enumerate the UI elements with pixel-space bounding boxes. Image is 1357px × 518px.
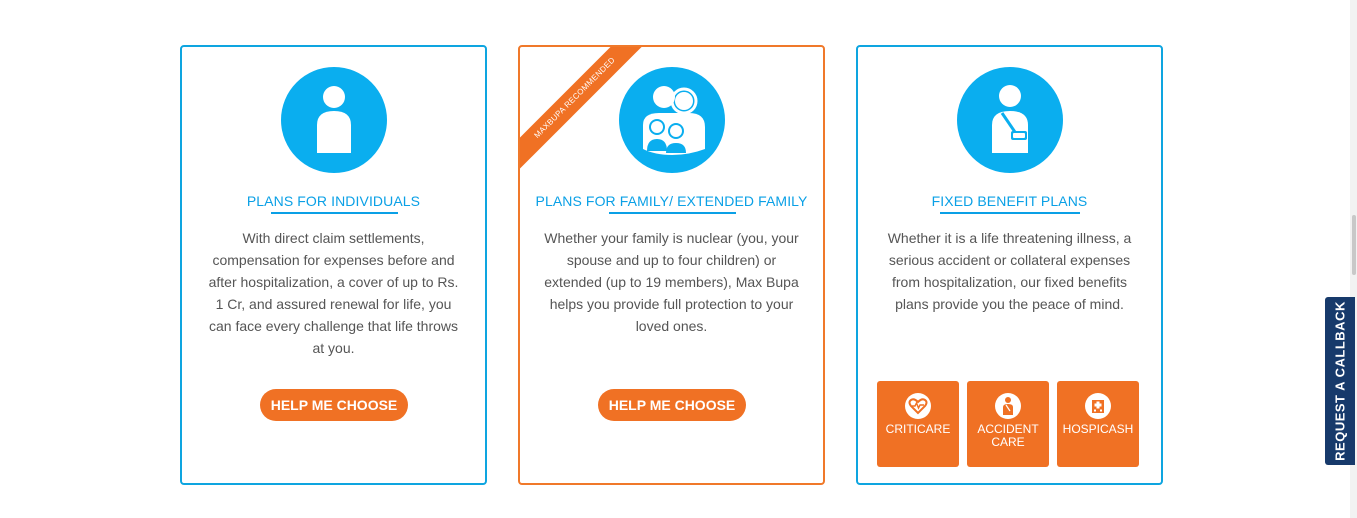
plan-card-family: MAXBUPA RECOMMENDED PLANS FOR FAMILY/ EX… bbox=[518, 45, 825, 485]
card-title: PLANS FOR INDIVIDUALS bbox=[246, 193, 421, 209]
tile-label: CRITICARE bbox=[885, 422, 951, 436]
card-description: Whether your family is nuclear (you, you… bbox=[544, 230, 799, 334]
card-description: With direct claim settlements, compensat… bbox=[208, 230, 459, 356]
tile-label: ACCIDENT CARE bbox=[977, 422, 1039, 449]
plan-card-fixed-benefit: FIXED BENEFIT PLANS Whether it is a life… bbox=[856, 45, 1163, 485]
fixed-benefit-tiles: CRITICARE ACCIDENT CARE HOSPICASH bbox=[877, 381, 1141, 467]
tile-label: HOSPICASH bbox=[1062, 422, 1134, 436]
request-callback-button[interactable]: REQUEST A CALLBACK bbox=[1325, 297, 1355, 465]
hospital-icon bbox=[1085, 393, 1111, 419]
help-me-choose-button[interactable]: HELP ME CHOOSE bbox=[260, 389, 408, 421]
title-underline bbox=[609, 212, 736, 214]
injured-person-icon bbox=[957, 67, 1063, 173]
person-icon bbox=[281, 67, 387, 173]
scrollbar-thumb[interactable] bbox=[1352, 215, 1356, 275]
card-title: PLANS FOR FAMILY/ EXTENDED FAMILY bbox=[535, 193, 808, 209]
help-me-choose-button[interactable]: HELP ME CHOOSE bbox=[598, 389, 746, 421]
callback-label: REQUEST A CALLBACK bbox=[1332, 301, 1348, 461]
accident-care-tile[interactable]: ACCIDENT CARE bbox=[967, 381, 1049, 467]
title-underline bbox=[271, 212, 398, 214]
family-icon bbox=[619, 67, 725, 173]
card-title: FIXED BENEFIT PLANS bbox=[931, 193, 1088, 209]
heart-pulse-icon bbox=[905, 393, 931, 419]
plan-card-individuals: PLANS FOR INDIVIDUALS With direct claim … bbox=[180, 45, 487, 485]
title-underline bbox=[940, 212, 1080, 214]
criticare-tile[interactable]: CRITICARE bbox=[877, 381, 959, 467]
hospicash-tile[interactable]: HOSPICASH bbox=[1057, 381, 1139, 467]
injured-person-icon bbox=[995, 393, 1021, 419]
card-description: Whether it is a life threatening illness… bbox=[887, 230, 1132, 312]
